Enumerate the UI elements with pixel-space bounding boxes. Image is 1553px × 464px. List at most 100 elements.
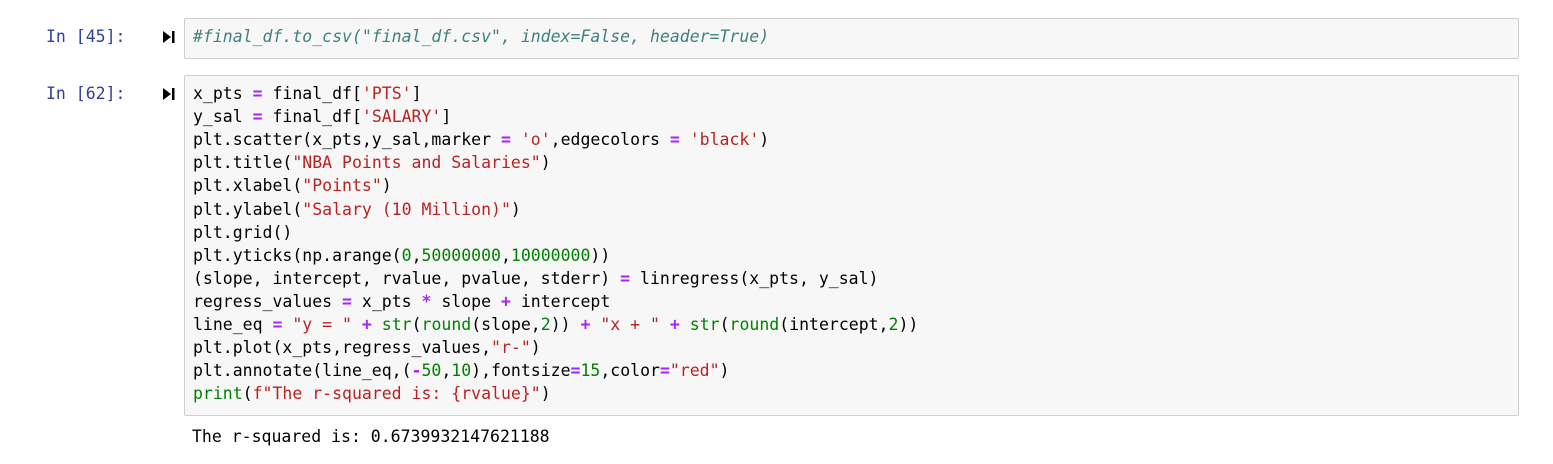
code-token: ),fontsize bbox=[471, 361, 571, 381]
code-token: ] bbox=[441, 107, 452, 127]
code-token: f"The r-squared is: {rvalue}" bbox=[252, 384, 541, 404]
code-input-area[interactable]: #final_df.to_csv("final_df.csv", index=F… bbox=[184, 18, 1519, 59]
code-token: plt.plot(x_pts,regress_values, bbox=[193, 338, 492, 358]
code-line: plt.title("NBA Points and Salaries") bbox=[193, 151, 551, 174]
code-token: "r-" bbox=[491, 338, 531, 358]
code-token: plt.annotate(line_eq,( bbox=[193, 361, 412, 381]
code-token: "NBA Points and Salaries" bbox=[292, 153, 541, 173]
code-token: plt.title( bbox=[193, 153, 293, 173]
code-token: = bbox=[342, 291, 352, 311]
code-token: ) bbox=[540, 153, 551, 173]
code-token: 50 bbox=[421, 361, 442, 381]
code-token: "red" bbox=[669, 361, 720, 381]
code-token: ) bbox=[510, 199, 521, 219]
code-token: = bbox=[252, 107, 263, 127]
code-line: plt.plot(x_pts,regress_values,"r-") bbox=[193, 336, 541, 359]
code-token: = bbox=[500, 130, 511, 150]
code-token: 'black' bbox=[689, 130, 760, 150]
code-token: plt.ylabel( bbox=[193, 199, 303, 219]
code-token: - bbox=[411, 361, 422, 381]
cell-output-text: The r-squared is: 0.6739932147621188 bbox=[192, 427, 550, 446]
code-token: (slope, bbox=[471, 315, 541, 334]
code-token: (slope, intercept, rvalue, pvalue, stder… bbox=[193, 268, 621, 288]
code-line: plt.grid() bbox=[193, 221, 292, 244]
code-token: round bbox=[421, 315, 472, 334]
code-token: ,color bbox=[600, 361, 660, 381]
code-token: 2 bbox=[888, 315, 899, 334]
code-token: plt.xlabel( bbox=[193, 176, 303, 196]
code-token: 50000000 bbox=[421, 245, 501, 265]
code-line: plt.scatter(x_pts,y_sal,marker = 'o',edg… bbox=[193, 128, 769, 151]
code-line: x_pts = final_df['PTS'] bbox=[193, 82, 422, 105]
code-token: 15 bbox=[580, 361, 601, 381]
code-token: , bbox=[441, 361, 452, 381]
code-token: 'PTS' bbox=[361, 84, 412, 103]
code-token: )) bbox=[590, 245, 611, 265]
code-token: intercept bbox=[510, 291, 611, 311]
code-token: #final_df.to_csv("final_df.csv", index=F… bbox=[193, 27, 770, 46]
code-line: #final_df.to_csv("final_df.csv", index=F… bbox=[193, 25, 769, 48]
code-token: + bbox=[361, 315, 372, 334]
code-token: y_sal bbox=[193, 107, 253, 127]
code-token: ( bbox=[411, 315, 422, 334]
code-token: plt.grid() bbox=[193, 222, 293, 242]
code-token: final_df[ bbox=[262, 84, 362, 103]
code-line: line_eq = "y = " + str(round(slope,2)) +… bbox=[193, 313, 918, 336]
code-line: y_sal = final_df['SALARY'] bbox=[193, 105, 451, 128]
code-token: regress_values bbox=[193, 291, 343, 311]
code-token: str bbox=[381, 315, 412, 334]
run-cell-icon[interactable] bbox=[162, 29, 176, 45]
code-token: 2 bbox=[540, 315, 551, 334]
code-token: ,edgecolors bbox=[550, 130, 670, 150]
code-token: print bbox=[193, 384, 243, 404]
code-token: x_pts bbox=[193, 84, 253, 103]
code-token: 'SALARY' bbox=[361, 107, 442, 127]
code-token: "Points" bbox=[302, 176, 382, 196]
code-token: ) bbox=[381, 176, 392, 196]
code-token: plt.scatter(x_pts,y_sal,marker bbox=[193, 130, 501, 150]
code-line: plt.ylabel("Salary (10 Million)") bbox=[193, 198, 521, 221]
code-token: ) bbox=[759, 130, 770, 150]
code-token: + bbox=[580, 315, 591, 334]
code-token: "x + " bbox=[600, 315, 660, 334]
code-input-area[interactable]: x_pts = final_df['PTS'] y_sal = final_df[… bbox=[184, 75, 1519, 416]
code-token: 10000000 bbox=[510, 245, 591, 265]
code-token: ( bbox=[719, 315, 730, 334]
cell-prompt: In [45]: bbox=[46, 27, 126, 46]
code-line: (slope, intercept, rvalue, pvalue, stder… bbox=[193, 267, 878, 290]
code-line: regress_values = x_pts * slope + interce… bbox=[193, 290, 610, 313]
code-token: 10 bbox=[451, 361, 472, 381]
code-token: final_df[ bbox=[262, 107, 362, 127]
code-token: = bbox=[669, 130, 680, 150]
code-token: = bbox=[620, 268, 631, 288]
code-token: )) bbox=[898, 315, 919, 334]
code-token: ) bbox=[530, 338, 541, 358]
code-token: linregress(x_pts, y_sal) bbox=[630, 268, 879, 288]
code-token: = bbox=[570, 361, 581, 381]
code-token: "Salary (10 Million)" bbox=[302, 199, 511, 219]
code-line: plt.xlabel("Points") bbox=[193, 174, 392, 197]
code-token: ) bbox=[540, 384, 551, 404]
code-token: + bbox=[669, 315, 680, 334]
code-token: slope bbox=[431, 291, 501, 311]
code-token: line_eq bbox=[193, 315, 273, 334]
code-token: ( bbox=[242, 384, 253, 404]
code-token: )) bbox=[550, 315, 581, 334]
code-line: print(f"The r-squared is: {rvalue}") bbox=[193, 382, 551, 405]
code-token: plt.yticks(np.arange( bbox=[193, 245, 402, 265]
code-token: = bbox=[252, 84, 263, 103]
run-cell-icon[interactable] bbox=[162, 86, 176, 102]
code-token: round bbox=[729, 315, 780, 334]
code-token: , bbox=[411, 245, 422, 265]
code-token: x_pts bbox=[351, 291, 422, 311]
code-token: 'o' bbox=[520, 130, 551, 150]
code-line: plt.yticks(np.arange(0,50000000,10000000… bbox=[193, 244, 610, 267]
code-token: ) bbox=[719, 361, 730, 381]
